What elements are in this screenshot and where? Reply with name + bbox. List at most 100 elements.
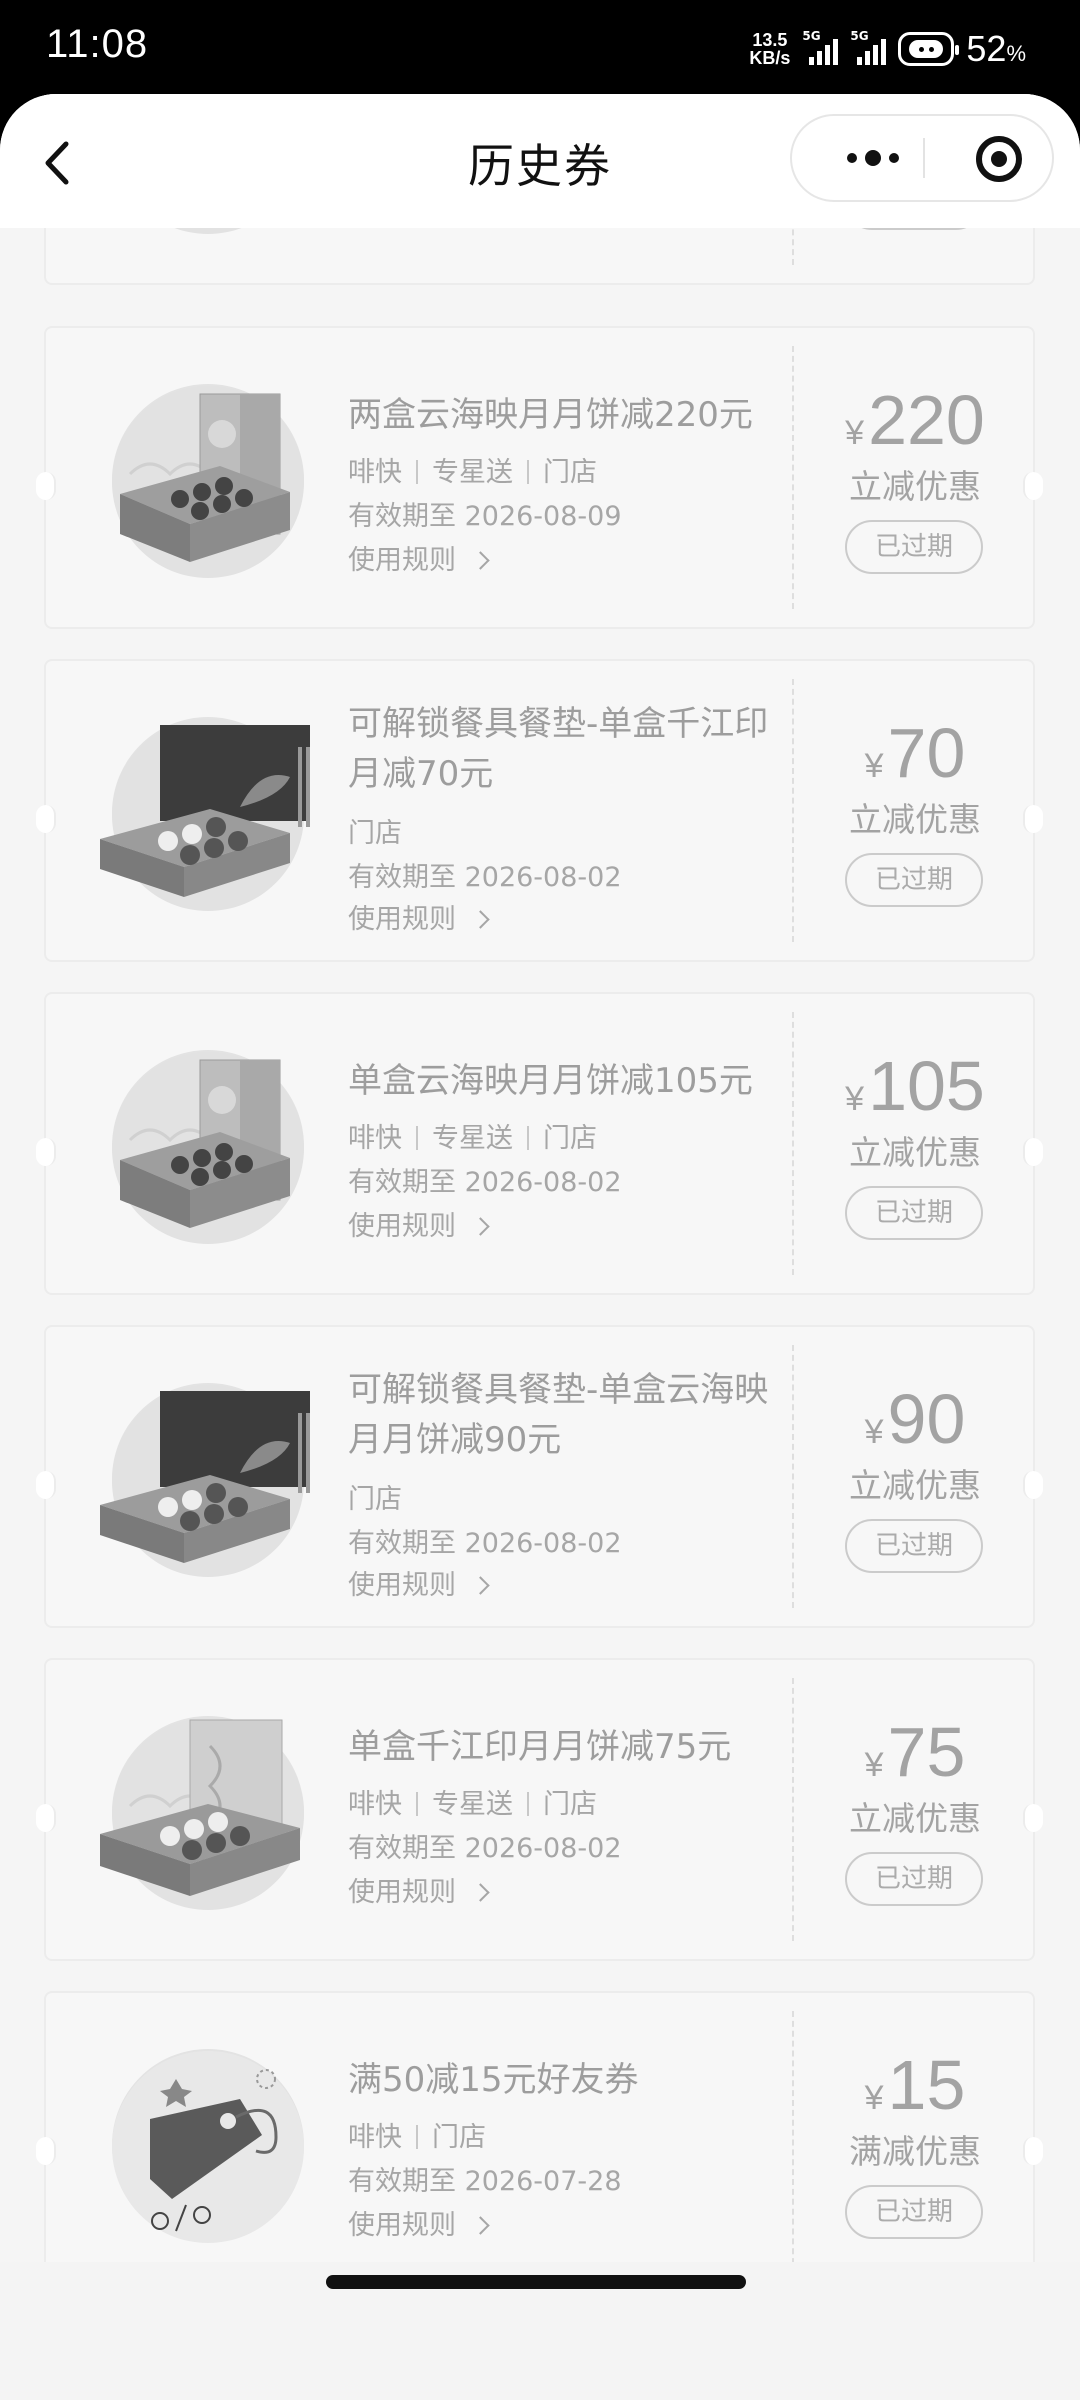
usage-rules-link[interactable]: 使用规则 — [348, 1870, 490, 1909]
status-icons: 13.5 KB/s 5G 5G 52% — [749, 24, 1026, 74]
coupon-amount: ¥105 — [845, 1047, 985, 1125]
coupon-title: 两盒云海映月月饼减220元 — [348, 395, 753, 435]
coupon-channels: 啡快 专星送 门店 — [348, 450, 597, 489]
expired-badge: 已过期 — [845, 1519, 983, 1573]
navigation-bar: 历史券 — [0, 94, 1080, 228]
channel-separator — [416, 460, 418, 484]
channel-label: 门店 — [348, 1484, 402, 1515]
mooncake-gift-box-image — [112, 384, 304, 578]
network-speed: 13.5 KB/s — [749, 30, 791, 68]
ticket-notch-left — [36, 1138, 56, 1166]
coupon-amount: ¥220 — [845, 381, 985, 459]
expired-badge: 已过期 — [845, 853, 983, 907]
coupon-expiry: 有效期至 2026-08-02 — [348, 1167, 622, 1198]
coupon-channels: 门店 — [348, 1477, 402, 1516]
home-indicator[interactable] — [326, 2275, 746, 2289]
coupon-card[interactable]: 可解锁餐具餐垫-单盒千江印月减70元 门店 有效期至 2026-08-02 使用规则 ¥… — [36, 659, 1043, 962]
ticket-notch-right — [1023, 1804, 1043, 1832]
channel-label: 门店 — [432, 2122, 486, 2153]
ticket-notch-right — [1023, 472, 1043, 500]
ticket-notch-right — [1023, 2137, 1043, 2165]
coupon-card[interactable]: 单盒云海映月月饼减105元 啡快 专星送 门店有效期至 2026-08-02 使用规则 ¥… — [36, 992, 1043, 1295]
coupon-channels: 啡快 专星送 门店 — [348, 1782, 597, 1821]
coupon-title: 单盒千江印月月饼减75元 — [348, 1727, 732, 1767]
channel-separator — [527, 1792, 529, 1816]
chevron-right-icon — [471, 1217, 490, 1236]
coupon-type: 立减优惠 — [849, 1799, 981, 1838]
usage-rules-link[interactable]: 使用规则 — [348, 1563, 490, 1602]
coupon-title: 单盒云海映月月饼减105元 — [348, 1061, 753, 1101]
coupon-channels: 啡快 专星送 门店 — [348, 1116, 597, 1155]
coupon-expiry: 有效期至 2026-08-02 — [348, 1833, 622, 1864]
battery-icon — [898, 32, 960, 66]
chevron-right-icon — [471, 551, 490, 570]
channel-separator — [416, 2125, 418, 2149]
more-button[interactable] — [828, 116, 918, 200]
close-miniprogram-button[interactable] — [976, 136, 1022, 182]
coupon-type: 立减优惠 — [849, 800, 981, 839]
chevron-right-icon — [471, 2216, 490, 2235]
price-tag-icon — [112, 2049, 304, 2243]
more-dots-icon — [847, 150, 899, 166]
coupon-divider — [792, 1678, 794, 1941]
channel-label: 专星送 — [432, 457, 513, 488]
coupon-expiry: 有效期至 2026-08-02 — [348, 1528, 622, 1559]
coupon-amount: ¥15 — [864, 2046, 966, 2124]
mooncake-gift-box-open-image — [100, 1716, 304, 1910]
channel-separator — [416, 1126, 418, 1150]
channel-label: 门店 — [543, 457, 597, 488]
chevron-right-icon — [471, 1883, 490, 1902]
coupon-expiry: 有效期至 2026-07-28 — [348, 2166, 622, 2197]
expired-badge: 已过期 — [845, 1186, 983, 1240]
expired-badge: 已过期 — [845, 520, 983, 574]
ticket-notch-right — [1023, 1138, 1043, 1166]
signal-icon-2: 5G — [850, 29, 887, 65]
channel-separator — [527, 460, 529, 484]
coupon-amount: ¥90 — [864, 1380, 966, 1458]
coupon-channels: 门店 — [348, 811, 402, 850]
coupon-expiry: 有效期至 2026-08-09 — [348, 501, 622, 532]
channel-label: 门店 — [348, 818, 402, 849]
mooncake-box-with-tableware-image — [100, 717, 310, 911]
capsule-divider — [923, 138, 925, 178]
usage-rules-link[interactable]: 使用规则 — [348, 538, 490, 577]
usage-rules-link[interactable]: 使用规则 — [348, 2203, 490, 2242]
coupon-type: 立减优惠 — [849, 1133, 981, 1172]
coupon-title: 可解锁餐具餐垫-单盒云海映月月饼减90元 — [348, 1370, 769, 1460]
battery-percent: 52% — [966, 28, 1026, 69]
ticket-notch-left — [36, 805, 56, 833]
ticket-notch-right — [1023, 1471, 1043, 1499]
channel-separator — [416, 1792, 418, 1816]
usage-rules-link[interactable]: 使用规则 — [348, 897, 490, 936]
expired-badge: 已过期 — [845, 1852, 983, 1906]
channel-label: 啡快 — [348, 1789, 402, 1820]
coupon-card[interactable]: 两盒云海映月月饼减220元 啡快 专星送 门店 有效期至 2026-08-09 使用规则 ¥… — [36, 326, 1043, 629]
coupon-divider — [792, 1012, 794, 1275]
status-bar: 11:08 13.5 KB/s 5G 5G 52% — [0, 0, 1080, 96]
page-sheet: 使用规则已过期两盒云海映月月饼减220元啡快专星送门店有效期至 2026-08-… — [0, 94, 1080, 2400]
coupon-card[interactable]: 可解锁餐具餐垫-单盒云海映月月饼减90元门店有效期至 2026-08-02 使用规… — [36, 1325, 1043, 1628]
coupon-amount: ¥75 — [864, 1713, 966, 1791]
channel-label: 门店 — [543, 1123, 597, 1154]
channel-label: 啡快 — [348, 457, 402, 488]
coupon-card[interactable]: 满50减15元好友券 啡快 门店 有效期至 2026-07-28 使用规则 ¥15 满减优惠… — [36, 1991, 1043, 2294]
coupon-amount: ¥70 — [864, 714, 966, 792]
ticket-notch-right — [1023, 805, 1043, 833]
coupon-divider — [792, 679, 794, 942]
expired-badge: 已过期 — [845, 2185, 983, 2239]
coupon-channels: 啡快 门店 — [348, 2115, 486, 2154]
coupon-type: 立减优惠 — [849, 467, 981, 506]
coupon-expiry: 有效期至 2026-08-02 — [348, 862, 622, 893]
channel-label: 啡快 — [348, 1123, 402, 1154]
ticket-notch-left — [36, 2137, 56, 2165]
chevron-right-icon — [471, 910, 490, 929]
coupon-type: 满减优惠 — [849, 2132, 981, 2171]
coupon-divider — [792, 1345, 794, 1608]
usage-rules-link[interactable]: 使用规则 — [348, 1204, 490, 1243]
coupon-card[interactable]: 单盒千江印月月饼减75元 啡快 专星送 门店有效期至 2026-08-02 使用规则 ¥7… — [36, 1658, 1043, 1961]
coupon-divider — [792, 346, 794, 609]
clock: 11:08 — [46, 22, 149, 66]
ticket-notch-left — [36, 1471, 56, 1499]
ticket-notch-left — [36, 1804, 56, 1832]
coupon-type: 立减优惠 — [849, 1466, 981, 1505]
